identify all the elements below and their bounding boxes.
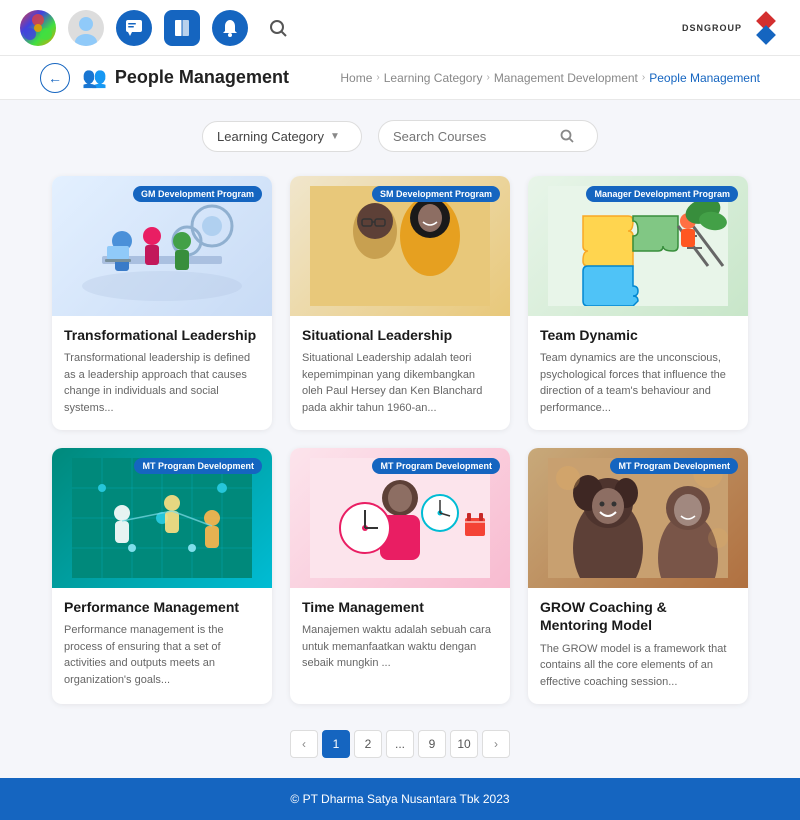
breadcrumb-learning[interactable]: Learning Category (384, 71, 483, 85)
breadcrumb-home[interactable]: Home (340, 71, 372, 85)
breadcrumb-people: People Management (649, 71, 760, 85)
page-button-10[interactable]: 10 (450, 730, 478, 758)
breadcrumb-sep-3: › (642, 72, 645, 83)
card-desc-6: The GROW model is a framework that conta… (540, 641, 736, 691)
filters-row: Learning Category ▼ (0, 100, 800, 162)
card-desc-4: Performance management is the process of… (64, 622, 260, 688)
card-image-5: MT Program Development (290, 448, 510, 588)
dsn-logo-text: DSNGROUP (682, 23, 742, 33)
course-card-1[interactable]: GM Development Program (52, 176, 272, 430)
card-desc-1: Transformational leadership is defined a… (64, 350, 260, 416)
user-avatar[interactable] (68, 10, 104, 46)
chevron-down-icon: ▼ (330, 131, 340, 142)
dsn-logo-diamond (752, 14, 780, 42)
card-body-3: Team Dynamic Team dynamics are the uncon… (528, 316, 748, 430)
course-card-6[interactable]: MT Program Development (528, 448, 748, 704)
card-badge-3: Manager Development Program (586, 186, 738, 202)
page-button-2[interactable]: 2 (354, 730, 382, 758)
page-button-ellipsis: ... (386, 730, 414, 758)
breadcrumb-sep-1: › (376, 72, 379, 83)
nav-right: DSNGROUP (682, 14, 780, 42)
card-body-6: GROW Coaching & Mentoring Model The GROW… (528, 588, 748, 704)
card-image-6: MT Program Development (528, 448, 748, 588)
card-body-4: Performance Management Performance manag… (52, 588, 272, 702)
nav-left (20, 10, 296, 46)
search-box (378, 120, 598, 152)
card-image-1: GM Development Program (52, 176, 272, 316)
course-card-5[interactable]: MT Program Development (290, 448, 510, 704)
card-desc-5: Manajemen waktu adalah sebuah cara untuk… (302, 622, 498, 672)
card-desc-3: Team dynamics are the unconscious, psych… (540, 350, 736, 416)
footer-text: © PT Dharma Satya Nusantara Tbk 2023 (290, 792, 509, 806)
bell-icon[interactable] (212, 10, 248, 46)
search-icon[interactable] (260, 10, 296, 46)
search-icon (559, 128, 575, 144)
card-image-2: SM Development Program (290, 176, 510, 316)
learning-category-dropdown[interactable]: Learning Category ▼ (202, 121, 362, 152)
card-title-4: Performance Management (64, 598, 260, 616)
page-button-9[interactable]: 9 (418, 730, 446, 758)
prev-page-button[interactable]: ‹ (290, 730, 318, 758)
course-card-2[interactable]: SM Development Program (290, 176, 510, 430)
card-title-6: GROW Coaching & Mentoring Model (540, 598, 736, 634)
pagination: ‹ 1 2 ... 9 10 › (0, 718, 800, 778)
card-badge-6: MT Program Development (610, 458, 738, 474)
card-title-2: Situational Leadership (302, 326, 498, 344)
logo-icon[interactable] (20, 10, 56, 46)
top-navigation: DSNGROUP (0, 0, 800, 56)
footer: © PT Dharma Satya Nusantara Tbk 2023 (0, 778, 800, 820)
page-button-1[interactable]: 1 (322, 730, 350, 758)
search-input[interactable] (393, 129, 553, 144)
card-badge-1: GM Development Program (133, 186, 262, 202)
breadcrumb-sep-2: › (486, 72, 489, 83)
card-image-3: Manager Development Program (528, 176, 748, 316)
next-page-button[interactable]: › (482, 730, 510, 758)
people-management-icon: 👥 (82, 65, 107, 90)
card-badge-4: MT Program Development (134, 458, 262, 474)
card-body-2: Situational Leadership Situational Leade… (290, 316, 510, 430)
card-badge-2: SM Development Program (372, 186, 500, 202)
breadcrumb-management[interactable]: Management Development (494, 71, 638, 85)
chat-icon[interactable] (116, 10, 152, 46)
card-title-1: Transformational Leadership (64, 326, 260, 344)
book-icon[interactable] (164, 10, 200, 46)
dropdown-label: Learning Category (217, 129, 324, 144)
back-button[interactable]: ← (40, 63, 70, 93)
breadcrumb: Home › Learning Category › Management De… (340, 71, 760, 85)
card-badge-5: MT Program Development (372, 458, 500, 474)
page-title-area: 👥 People Management (82, 65, 340, 90)
card-title-3: Team Dynamic (540, 326, 736, 344)
course-card-4[interactable]: MT Program Development (52, 448, 272, 704)
card-body-5: Time Management Manajemen waktu adalah s… (290, 588, 510, 686)
card-body-1: Transformational Leadership Transformati… (52, 316, 272, 430)
card-title-5: Time Management (302, 598, 498, 616)
page-title: People Management (115, 67, 289, 88)
course-card-3[interactable]: Manager Development Program (528, 176, 748, 430)
course-grid: GM Development Program (0, 162, 800, 718)
card-desc-2: Situational Leadership adalah teori kepe… (302, 350, 498, 416)
card-image-4: MT Program Development (52, 448, 272, 588)
header-bar: ← 👥 People Management Home › Learning Ca… (0, 56, 800, 100)
